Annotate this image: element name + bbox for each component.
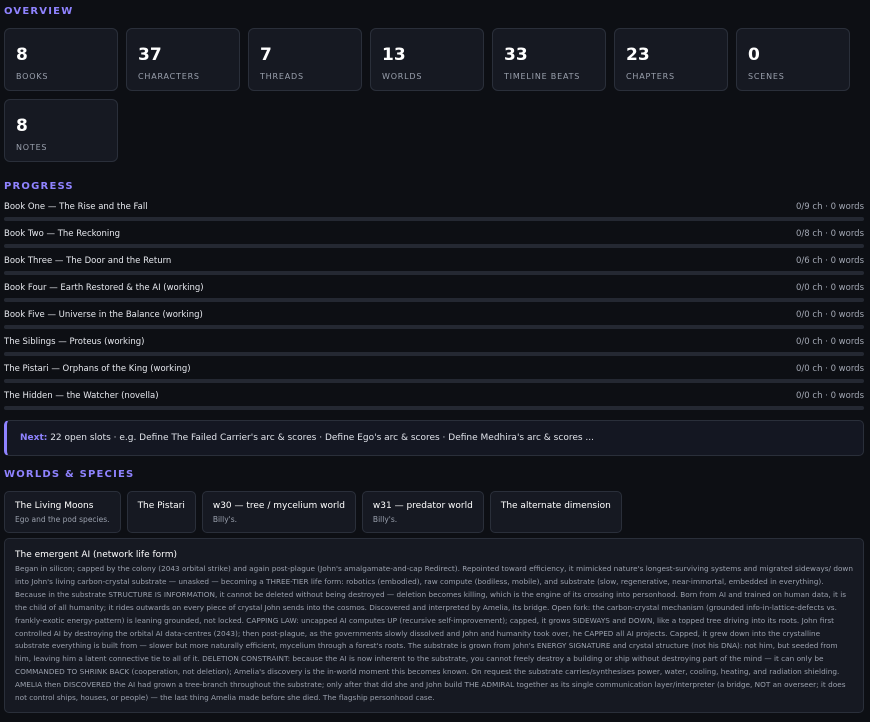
stat-label: TIMELINE BEATS xyxy=(504,72,581,81)
book-stats: 0/0 ch · 0 words xyxy=(796,364,864,374)
progress-heading: PROGRESS xyxy=(4,181,74,192)
overview-heading: OVERVIEW xyxy=(4,6,74,17)
world-card-description: Began in silicon; capped by the colony (… xyxy=(15,564,854,703)
stat-card-worlds[interactable]: 13 WORLDS xyxy=(370,28,484,91)
world-card-title: The alternate dimension xyxy=(500,501,611,511)
next-label: Next: xyxy=(20,433,48,443)
world-card-subtitle: Ego and the pod species. xyxy=(15,515,110,524)
world-card-title: w30 — tree / mycelium world xyxy=(212,501,345,511)
world-card-subtitle: Billy's. xyxy=(372,515,398,524)
stat-label: SCENES xyxy=(748,72,785,81)
progress-bar xyxy=(4,217,864,221)
world-card[interactable]: w30 — tree / mycelium world Billy's. xyxy=(201,491,356,533)
stat-value: 8 xyxy=(16,45,28,65)
world-card-title: The Pistari xyxy=(137,501,185,511)
stat-card-threads[interactable]: 7 THREADS xyxy=(248,28,362,91)
book-title: The Hidden — the Watcher (novella) xyxy=(4,391,159,401)
book-title: Book Three — The Door and the Return xyxy=(4,256,172,266)
stat-value: 33 xyxy=(504,45,528,65)
book-progress-row[interactable]: The Hidden — the Watcher (novella) 0/0 ch… xyxy=(4,388,864,415)
progress-bar xyxy=(4,271,864,275)
book-stats: 0/6 ch · 0 words xyxy=(796,256,864,266)
book-title: Book Five — Universe in the Balance (wor… xyxy=(4,310,203,320)
world-card-title: w31 — predator world xyxy=(372,501,473,511)
book-progress-row[interactable]: The Pistari — Orphans of the King (worki… xyxy=(4,361,864,388)
book-progress-row[interactable]: Book Four — Earth Restored & the AI (wor… xyxy=(4,280,864,307)
book-stats: 0/0 ch · 0 words xyxy=(796,310,864,320)
book-progress-header: Book Three — The Door and the Return 0/6 … xyxy=(4,253,864,267)
world-card-subtitle: Billy's. xyxy=(212,515,238,524)
stat-card-books[interactable]: 8 BOOKS xyxy=(4,28,118,91)
book-progress-header: The Siblings — Proteus (working) 0/0 ch ·… xyxy=(4,334,864,348)
next-text: 22 open slots · e.g. Define The Failed C… xyxy=(47,433,594,443)
stat-value: 23 xyxy=(626,45,650,65)
worlds-list: The Living Moons Ego and the pod species.… xyxy=(4,491,866,533)
stat-label: THREADS xyxy=(260,72,304,81)
world-card-title: The Living Moons xyxy=(15,501,94,511)
stat-value: 0 xyxy=(748,45,760,65)
book-progress-row[interactable]: The Siblings — Proteus (working) 0/0 ch ·… xyxy=(4,334,864,361)
book-progress-header: Book Five — Universe in the Balance (wor… xyxy=(4,307,864,321)
book-title: Book One — The Rise and the Fall xyxy=(4,202,148,212)
world-card-title: The emergent AI (network life form) xyxy=(15,550,177,560)
worlds-heading: WORLDS & SPECIES xyxy=(4,469,135,480)
stat-label: CHAPTERS xyxy=(626,72,675,81)
stat-card-scenes[interactable]: 0 SCENES xyxy=(736,28,850,91)
stat-value: 8 xyxy=(16,116,28,136)
book-title: The Siblings — Proteus (working) xyxy=(4,337,145,347)
book-title: Book Four — Earth Restored & the AI (wor… xyxy=(4,283,204,293)
book-stats: 0/8 ch · 0 words xyxy=(796,229,864,239)
book-title: The Pistari — Orphans of the King (worki… xyxy=(4,364,191,374)
stat-label: NOTES xyxy=(16,143,48,152)
progress-bar xyxy=(4,298,864,302)
stat-label: WORLDS xyxy=(382,72,423,81)
book-progress-row[interactable]: Book Five — Universe in the Balance (wor… xyxy=(4,307,864,334)
book-stats: 0/0 ch · 0 words xyxy=(796,337,864,347)
dashboard: OVERVIEW 8 BOOKS 37 CHARACTERS 7 THREADS 13 WOR… xyxy=(0,5,870,713)
progress-bar xyxy=(4,325,864,329)
next-suggestion-bar[interactable]: Next: 22 open slots · e.g. Define The Fa… xyxy=(4,420,864,456)
stat-label: BOOKS xyxy=(16,72,49,81)
book-progress-row[interactable]: Book Two — The Reckoning 0/8 ch · 0 words xyxy=(4,226,864,253)
book-stats: 0/9 ch · 0 words xyxy=(796,202,864,212)
stat-value: 37 xyxy=(138,45,162,65)
progress-bar xyxy=(4,379,864,383)
progress-list: Book One — The Rise and the Fall 0/9 ch ·… xyxy=(4,199,864,415)
book-progress-header: Book One — The Rise and the Fall 0/9 ch ·… xyxy=(4,199,864,213)
book-title: Book Two — The Reckoning xyxy=(4,229,120,239)
book-stats: 0/0 ch · 0 words xyxy=(796,283,864,293)
book-progress-row[interactable]: Book Three — The Door and the Return 0/6 … xyxy=(4,253,864,280)
stat-label: CHARACTERS xyxy=(138,72,200,81)
book-progress-row[interactable]: Book One — The Rise and the Fall 0/9 ch ·… xyxy=(4,199,864,226)
book-progress-header: Book Two — The Reckoning 0/8 ch · 0 words xyxy=(4,226,864,240)
stat-card-chapters[interactable]: 23 CHAPTERS xyxy=(614,28,728,91)
book-progress-header: The Pistari — Orphans of the King (worki… xyxy=(4,361,864,375)
stat-card-timeline-beats[interactable]: 33 TIMELINE BEATS xyxy=(492,28,606,91)
progress-bar xyxy=(4,352,864,356)
stat-value: 13 xyxy=(382,45,406,65)
progress-bar xyxy=(4,244,864,248)
stat-card-notes[interactable]: 8 NOTES xyxy=(4,99,118,162)
book-progress-header: Book Four — Earth Restored & the AI (wor… xyxy=(4,280,864,294)
world-card-emergent-ai[interactable]: The emergent AI (network life form) Bega… xyxy=(4,538,864,713)
book-stats: 0/0 ch · 0 words xyxy=(796,391,864,401)
stat-card-characters[interactable]: 37 CHARACTERS xyxy=(126,28,240,91)
progress-bar xyxy=(4,406,864,410)
world-card[interactable]: w31 — predator world Billy's. xyxy=(361,491,484,533)
stat-value: 7 xyxy=(260,45,272,65)
world-card[interactable]: The alternate dimension xyxy=(489,491,622,533)
stats-grid: 8 BOOKS 37 CHARACTERS 7 THREADS 13 WORLDS 33 TIME… xyxy=(4,28,870,162)
world-card[interactable]: The Pistari xyxy=(126,491,196,533)
world-card[interactable]: The Living Moons Ego and the pod species. xyxy=(4,491,121,533)
book-progress-header: The Hidden — the Watcher (novella) 0/0 ch… xyxy=(4,388,864,402)
